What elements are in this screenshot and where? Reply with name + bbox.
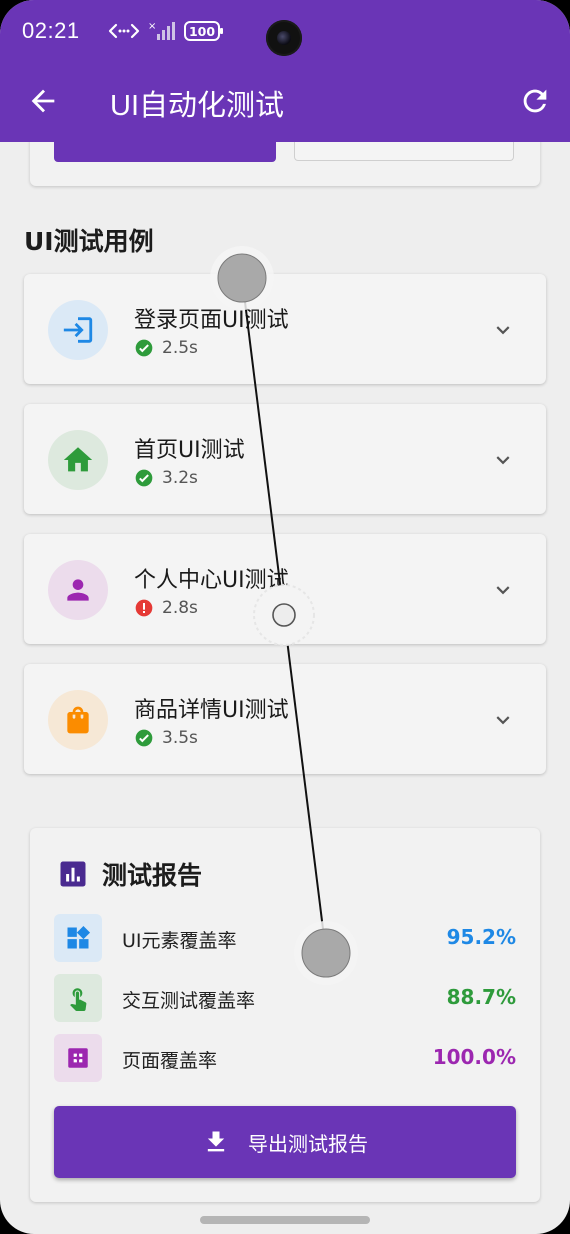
section-title: UI测试用例 [24,227,154,256]
test-case-status: 3.5s [134,728,198,748]
chevron-down-icon[interactable] [490,447,516,473]
touch-icon [54,974,102,1022]
test-report-card: 测试报告 UI元素覆盖率 95.2% 交互测试覆盖率 88.7% 页面覆盖率 1… [30,828,540,1202]
test-case-card-login[interactable]: 登录页面UI测试 2.5s [24,274,546,384]
report-header: 测试报告 [58,856,202,892]
page-icon [54,1034,102,1082]
chevron-down-icon[interactable] [490,317,516,343]
export-button-label: 导出测试报告 [248,1131,368,1156]
data-transfer-icon [108,23,140,39]
metric-value: 100.0% [432,1045,516,1069]
app-bar: 02:21 × 100 UI自动化测试 [0,0,570,142]
battery-icon: 100 [184,21,223,41]
test-case-card-product[interactable]: 商品详情UI测试 3.5s [24,664,546,774]
shopping-bag-icon [48,690,108,750]
chevron-down-icon[interactable] [490,577,516,603]
check-circle-icon [135,339,153,357]
download-icon [207,1131,225,1152]
test-case-status: 2.8s [134,598,198,618]
export-report-button[interactable]: 导出测试报告 [54,1106,516,1178]
svg-text:100: 100 [189,24,215,39]
front-camera [266,20,302,56]
metric-label: UI元素覆盖率 [122,930,237,952]
widgets-icon [54,914,102,962]
metric-interaction-coverage: 交互测试覆盖率 88.7% [54,974,516,1022]
metric-label: 页面覆盖率 [122,1050,218,1072]
metric-value: 88.7% [446,985,516,1009]
bar-chart-icon [60,861,86,887]
check-circle-icon [135,469,153,487]
page-title: UI自动化测试 [110,90,285,122]
test-case-card-profile[interactable]: 个人中心UI测试 2.8s [24,534,546,644]
home-indicator [200,1216,370,1224]
status-time: 02:21 [22,18,80,43]
metric-page-coverage: 页面覆盖率 100.0% [54,1034,516,1082]
check-circle-icon [135,729,153,747]
screen: 02:21 × 100 UI自动化测试 UI测试用例 登录页面UI测试 2.5s… [0,0,570,1234]
arrow-back-icon[interactable] [26,84,60,118]
status-icons: × 100 [108,20,224,42]
test-case-status: 2.5s [134,338,198,358]
svg-text:×: × [148,21,156,32]
test-case-name: 商品详情UI测试 [134,698,289,723]
test-case-status: 3.2s [134,468,198,488]
test-case-name: 首页UI测试 [134,438,245,463]
test-case-duration: 3.2s [162,468,198,488]
test-case-duration: 2.8s [162,598,198,618]
error-icon [135,599,153,617]
test-case-duration: 2.5s [162,338,198,358]
login-icon [48,300,108,360]
metric-ui-element-coverage: UI元素覆盖率 95.2% [54,914,516,962]
metric-value: 95.2% [446,925,516,949]
test-case-name: 登录页面UI测试 [134,308,289,333]
signal-icon: × [148,21,175,40]
chevron-down-icon[interactable] [490,707,516,733]
test-case-name: 个人中心UI测试 [134,568,289,593]
home-icon [48,430,108,490]
report-title: 测试报告 [102,861,203,890]
test-case-card-home[interactable]: 首页UI测试 3.2s [24,404,546,514]
refresh-icon[interactable] [518,84,552,118]
test-case-duration: 3.5s [162,728,198,748]
person-icon [48,560,108,620]
metric-label: 交互测试覆盖率 [122,990,256,1012]
